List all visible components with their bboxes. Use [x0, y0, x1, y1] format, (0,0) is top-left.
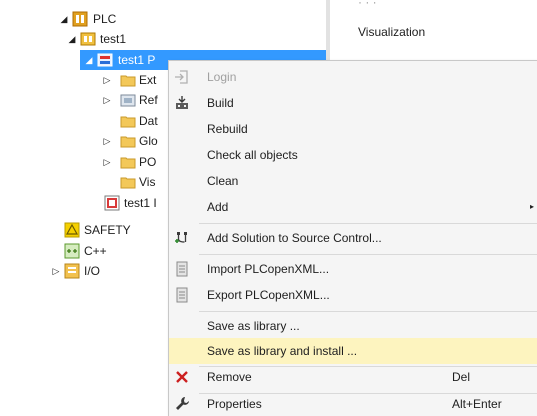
menu-item-label: Login	[207, 70, 237, 84]
menu-item-label: Clean	[207, 174, 239, 188]
menu-item-label: Export PLCopenXML...	[207, 288, 330, 302]
plc-instance-icon	[104, 195, 120, 211]
panel-item-clipped: · · ·	[358, 0, 377, 9]
menu-item-properties[interactable]: Properties Alt+Enter	[169, 391, 537, 416]
menu-item-label: Import PLCopenXML...	[207, 262, 330, 276]
plc-folder-icon	[72, 11, 88, 27]
menu-item-label: Rebuild	[207, 122, 248, 136]
expand-arrow-icon[interactable]: ▷	[51, 261, 61, 281]
tree-node-label: test1 I	[124, 196, 157, 210]
menu-item-build[interactable]: Build	[169, 90, 537, 116]
folder-icon	[120, 113, 136, 129]
tree-node-label: test1	[100, 32, 127, 46]
tree-node-label: SAFETY	[84, 223, 131, 237]
tree-node-plc[interactable]: ◢ PLC	[0, 9, 326, 29]
remove-icon	[174, 369, 190, 385]
menu-item-save-as-library[interactable]: Save as library ...	[169, 313, 537, 339]
menu-item-label: Save as library and install ...	[207, 344, 358, 358]
menu-item-login[interactable]: Login	[169, 64, 537, 90]
menu-item-clean[interactable]: Clean	[169, 168, 537, 194]
tree-node-label: C++	[84, 244, 107, 258]
tree-node-label: Ref	[139, 93, 158, 107]
menu-item-add[interactable]: Add ▸	[169, 194, 537, 220]
menu-item-remove[interactable]: Remove Del	[169, 364, 537, 390]
tree-node-label: PO	[139, 155, 157, 169]
import-icon	[174, 261, 190, 277]
cpp-icon	[64, 243, 80, 259]
tree-node-label: Vis	[139, 175, 156, 189]
wrench-icon	[174, 396, 190, 412]
plc-project-icon	[80, 31, 96, 47]
safety-icon	[64, 222, 80, 238]
menu-item-label: Check all objects	[207, 148, 298, 162]
source-control-icon	[174, 230, 190, 246]
folder-icon	[120, 154, 136, 170]
plc-project-node-icon	[97, 52, 113, 68]
menu-item-label: Add	[207, 200, 229, 214]
login-icon	[174, 69, 190, 85]
menu-item-add-solution-to-source-control[interactable]: Add Solution to Source Control...	[169, 225, 537, 251]
expand-arrow-icon[interactable]: ▷	[102, 70, 112, 90]
shortcut-label: Del	[452, 370, 471, 384]
export-icon	[174, 287, 190, 303]
collapse-arrow-icon[interactable]: ◢	[67, 29, 77, 49]
folder-icon	[120, 133, 136, 149]
expand-arrow-icon[interactable]: ▷	[102, 131, 112, 151]
menu-item-rebuild[interactable]: Rebuild	[169, 116, 537, 142]
tree-node-label: test1 P	[118, 53, 156, 67]
collapse-arrow-icon[interactable]: ◢	[84, 50, 94, 70]
tree-node-label: Glo	[139, 134, 158, 148]
menu-item-label: Save as library ...	[207, 319, 300, 333]
menu-item-save-as-library-and-install[interactable]: Save as library and install ...	[169, 338, 537, 364]
tree-node-label: Dat	[139, 114, 158, 128]
shortcut-label: Alt+Enter	[452, 397, 502, 411]
folder-icon	[120, 174, 136, 190]
expand-arrow-icon[interactable]: ▷	[102, 152, 112, 172]
tree-node-label: I/O	[84, 264, 101, 278]
submenu-arrow-icon: ▸	[529, 202, 534, 211]
folder-icon	[120, 72, 136, 88]
menu-item-export-plcopenxml[interactable]: Export PLCopenXML...	[169, 282, 537, 308]
tree-node-test1[interactable]: ◢ test1	[0, 29, 326, 49]
expand-arrow-icon[interactable]: ▷	[102, 90, 112, 110]
menu-separator	[199, 254, 537, 255]
io-icon	[64, 263, 80, 279]
collapse-arrow-icon[interactable]: ◢	[59, 9, 69, 29]
menu-item-import-plcopenxml[interactable]: Import PLCopenXML...	[169, 256, 537, 282]
references-icon	[120, 92, 136, 108]
menu-separator	[199, 223, 537, 224]
panel-item-visualization[interactable]: Visualization	[358, 22, 425, 42]
menu-separator	[199, 311, 537, 312]
menu-item-check-all-objects[interactable]: Check all objects	[169, 142, 537, 168]
context-menu: Login Build Rebuild Check all objects Cl…	[168, 60, 537, 416]
menu-item-label: Properties	[207, 397, 262, 411]
tree-node-label: PLC	[93, 12, 117, 26]
menu-item-label: Add Solution to Source Control...	[207, 231, 382, 245]
build-icon	[174, 95, 190, 111]
menu-item-label: Remove	[207, 370, 252, 384]
tree-node-label: Ext	[139, 73, 157, 87]
menu-item-label: Build	[207, 96, 234, 110]
